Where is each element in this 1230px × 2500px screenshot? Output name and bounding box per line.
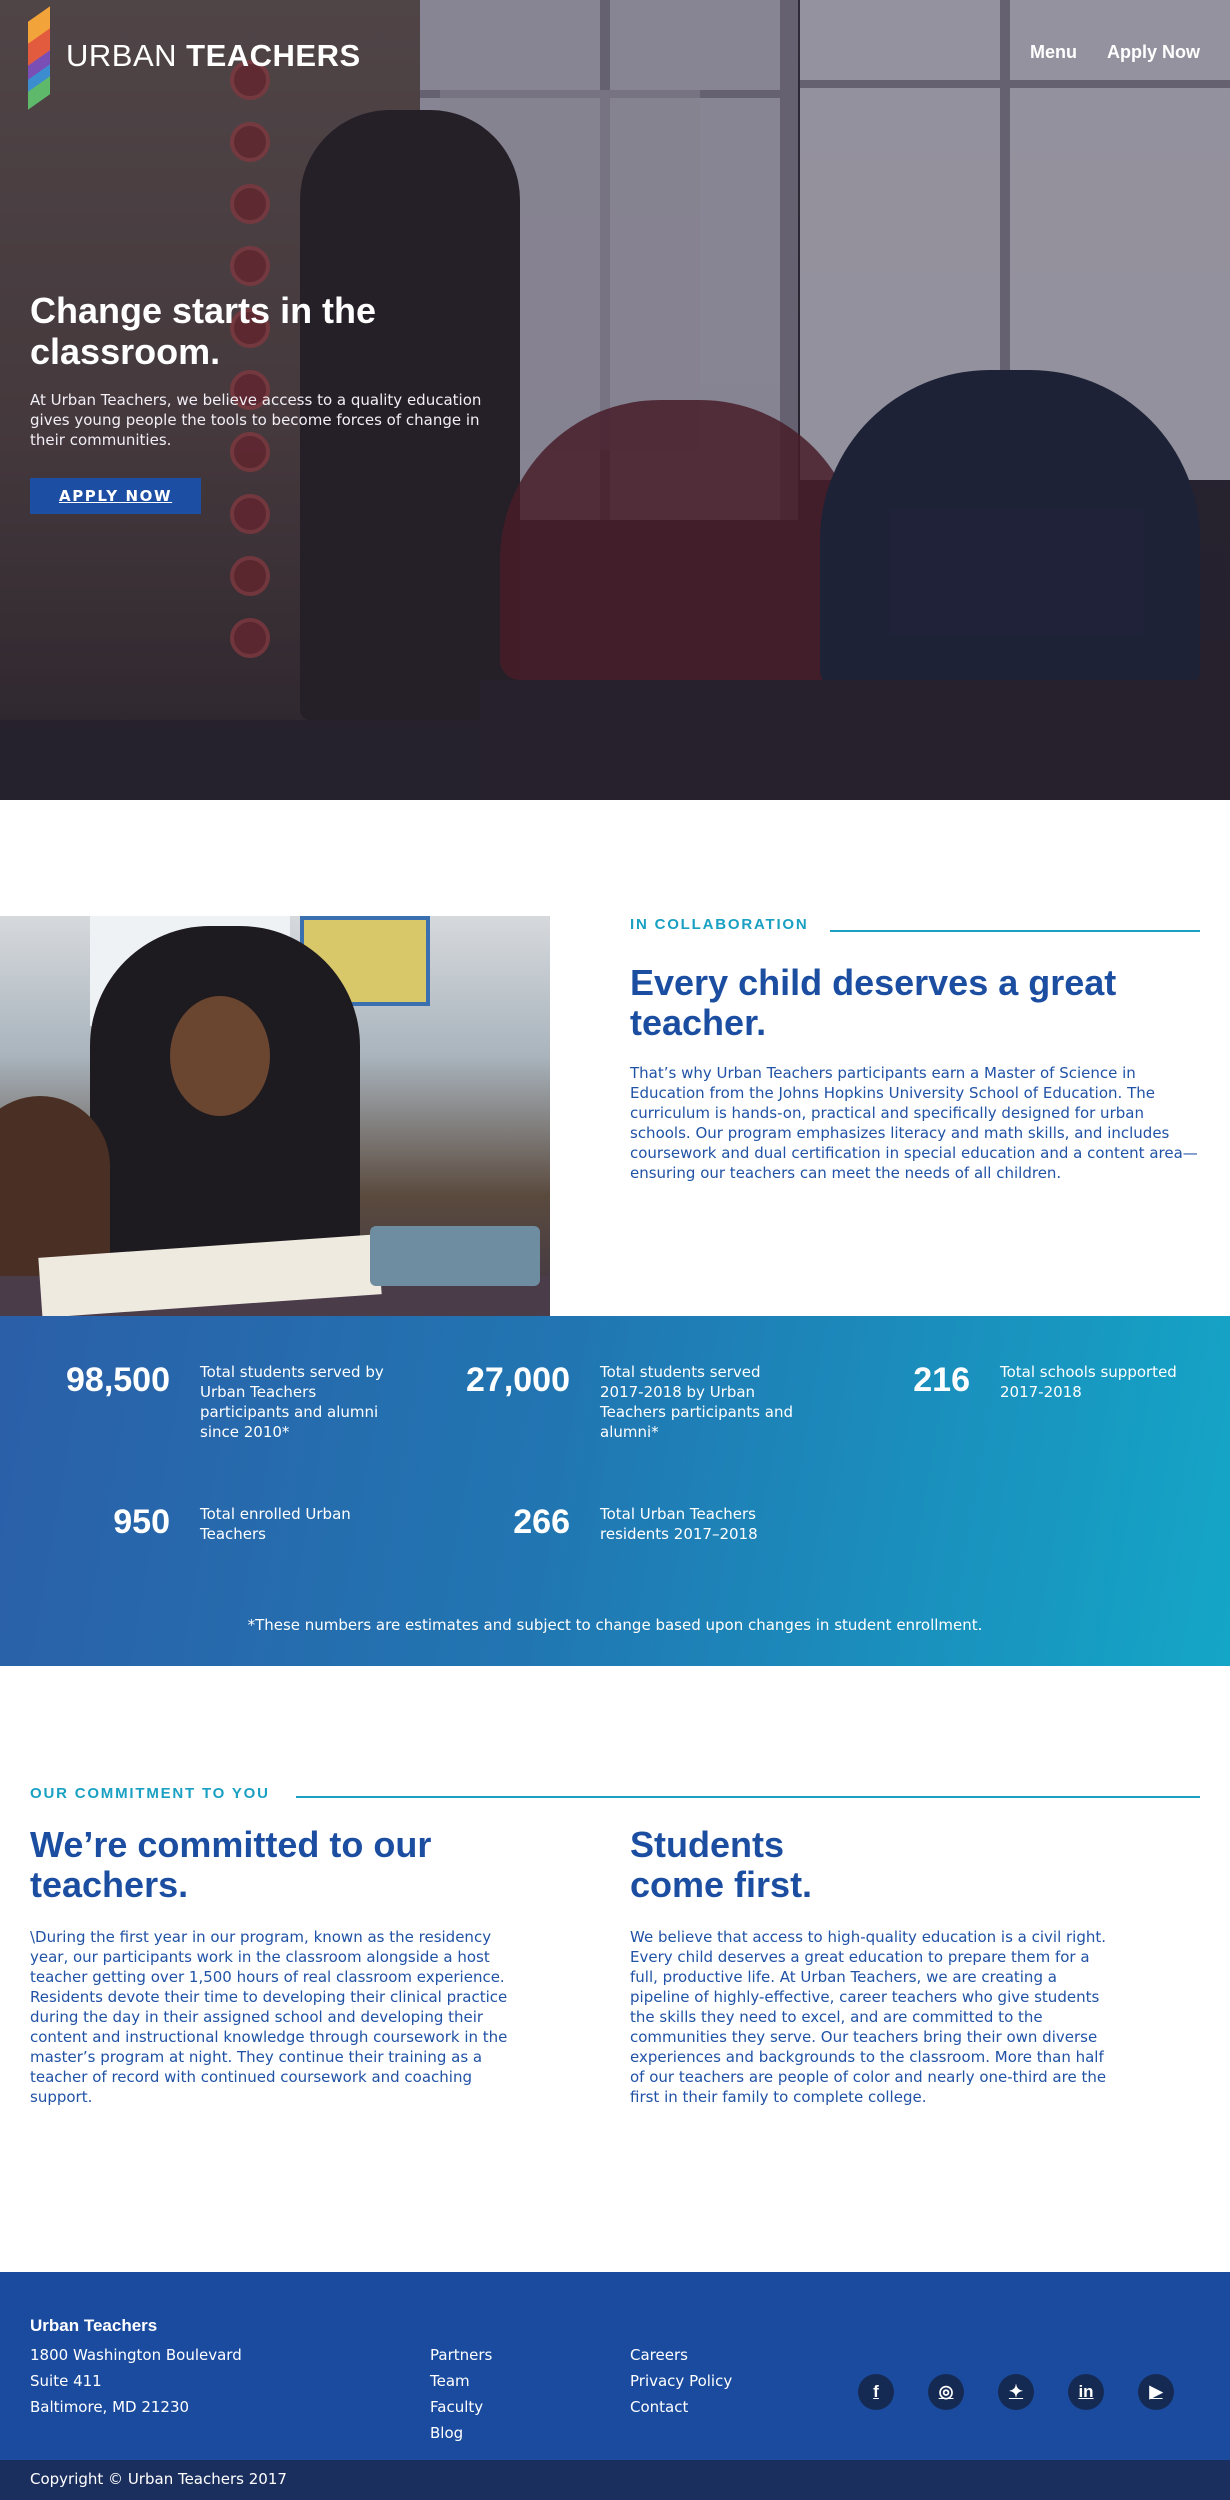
stat-number: 216: [913, 1361, 970, 1399]
collaboration-title: Every child deserves a great teacher.: [630, 962, 1117, 1043]
menu-link[interactable]: Menu: [1030, 42, 1077, 63]
stat-item: 98,500 Total students served by Urban Te…: [20, 1360, 400, 1442]
commitment-label: OUR COMMITMENT TO YOU: [30, 1785, 270, 1802]
stat-item: 950 Total enrolled Urban Teachers: [20, 1502, 400, 1544]
footer-link-partners[interactable]: Partners: [430, 2342, 492, 2368]
linkedin-icon[interactable]: in: [1068, 2374, 1104, 2410]
footer-link-blog[interactable]: Blog: [430, 2420, 492, 2446]
copyright: Copyright © Urban Teachers 2017: [0, 2460, 1230, 2500]
divider: [830, 930, 1200, 932]
stats-band: 98,500 Total students served by Urban Te…: [0, 1316, 1230, 1666]
stat-description: Total schools supported 2017-2018: [1000, 1363, 1177, 1401]
address-line: Baltimore, MD 21230: [30, 2398, 190, 2416]
stat-number: 27,000: [466, 1361, 570, 1399]
footer-links-col2: Careers Privacy Policy Contact: [630, 2342, 732, 2420]
site-footer: Urban Teachers 1800 Washington Boulevard…: [0, 2272, 1230, 2460]
collaboration-body: That’s why Urban Teachers participants e…: [630, 1064, 1198, 1182]
stat-item: 216 Total schools supported 2017-2018: [820, 1360, 1200, 1402]
apply-now-link[interactable]: Apply Now: [1107, 42, 1200, 63]
footer-link-contact[interactable]: Contact: [630, 2394, 732, 2420]
footer-link-careers[interactable]: Careers: [630, 2342, 732, 2368]
footer-link-faculty[interactable]: Faculty: [430, 2394, 492, 2420]
footer-links-col1: Partners Team Faculty Blog: [430, 2342, 492, 2446]
footer-link-privacy[interactable]: Privacy Policy: [630, 2368, 732, 2394]
social-links: f ◎ ✦ in ▶: [858, 2374, 1174, 2410]
top-nav: Menu Apply Now: [1030, 42, 1200, 63]
collaboration-section: IN COLLABORATION Every child deserves a …: [630, 916, 1200, 1183]
youtube-icon[interactable]: ▶: [1138, 2374, 1174, 2410]
stat-number: 266: [513, 1503, 570, 1541]
commitment-left-title: We’re committed to our teachers.: [30, 1824, 432, 1905]
twitter-icon[interactable]: ✦: [998, 2374, 1034, 2410]
logo-mark-icon: [28, 6, 50, 110]
hero-copy: Change starts in the classroom. At Urban…: [30, 290, 500, 514]
footer-org-name: Urban Teachers: [30, 2316, 158, 2335]
stats-footnote: *These numbers are estimates and subject…: [247, 1616, 983, 1634]
commitment-left-column: We’re committed to our teachers. \During…: [30, 1825, 520, 2107]
stat-item: 266 Total Urban Teachers residents 2017–…: [420, 1502, 800, 1544]
footer-link-team[interactable]: Team: [430, 2368, 492, 2394]
address-line: 1800 Washington Boulevard: [30, 2346, 242, 2364]
commitment-right-title-line1: Students: [630, 1824, 785, 1865]
stat-description: Total enrolled Urban Teachers: [200, 1505, 351, 1543]
logo-wordmark: URBAN TEACHERS: [66, 38, 361, 73]
commitment-left-body: \During the first year in our program, k…: [30, 1928, 508, 2106]
commitment-right-column: Students come first. We believe that acc…: [630, 1825, 1110, 2107]
facebook-icon[interactable]: f: [858, 2374, 894, 2410]
hero-section: URBAN TEACHERS Menu Apply Now Change sta…: [0, 0, 1230, 800]
stat-description: Total Urban Teachers residents 2017–2018: [600, 1505, 758, 1543]
hero-body: At Urban Teachers, we believe access to …: [30, 391, 482, 449]
footer-address: 1800 Washington Boulevard Suite 411 Balt…: [30, 2342, 242, 2420]
hero-title: Change starts in the classroom.: [30, 290, 377, 372]
collaboration-photo: [0, 916, 550, 1316]
instagram-icon[interactable]: ◎: [928, 2374, 964, 2410]
apply-now-button[interactable]: APPLY NOW: [30, 478, 202, 514]
address-line: Suite 411: [30, 2372, 102, 2390]
stat-description: Total students served by Urban Teachers …: [200, 1363, 384, 1441]
commitment-right-title-line2: come first.: [630, 1864, 813, 1905]
site-logo[interactable]: URBAN TEACHERS: [28, 6, 361, 110]
stat-item: 27,000 Total students served 2017-2018 b…: [420, 1360, 800, 1442]
divider: [296, 1796, 1200, 1798]
commitment-right-title: Students come first.: [630, 1825, 1110, 1905]
commitment-right-body: We believe that access to high-quality e…: [630, 1928, 1107, 2106]
stat-number: 98,500: [66, 1361, 170, 1399]
stat-number: 950: [113, 1503, 170, 1541]
stat-description: Total students served 2017-2018 by Urban…: [600, 1363, 794, 1441]
